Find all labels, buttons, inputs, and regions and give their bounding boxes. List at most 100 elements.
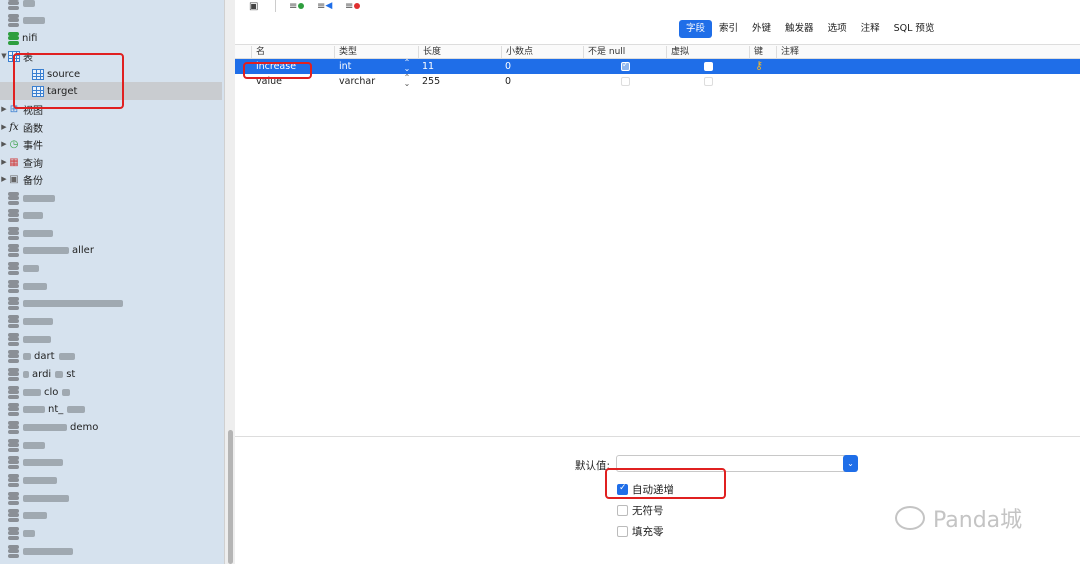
sidebar-db-item[interactable] [0, 330, 222, 348]
sidebar-db-label: aller [72, 244, 94, 256]
zerofill-label: 填充零 [632, 526, 664, 538]
col-header-length[interactable]: 长度 [418, 46, 441, 59]
virtual-checkbox[interactable] [704, 77, 713, 86]
insert-field-icon[interactable]: ≡ ◀ [317, 0, 332, 12]
sidebar-db-item[interactable] [0, 524, 222, 542]
highlight-box [605, 468, 726, 499]
col-header-comment[interactable]: 注释 [776, 46, 860, 59]
sidebar-db-nifi[interactable]: nifi [0, 29, 222, 47]
sidebar-db-item[interactable] [0, 189, 222, 207]
scrollbar-thumb[interactable] [228, 430, 233, 564]
col-header-not-null[interactable]: 不是 null [583, 46, 625, 59]
database-icon [8, 31, 19, 45]
sidebar-db-item[interactable] [0, 436, 222, 454]
highlight-box [13, 53, 124, 109]
disclosure-open-icon[interactable]: ▼ [0, 52, 8, 60]
sidebar-db-label: clo [44, 386, 59, 398]
sidebar-events-label: 事件 [23, 140, 43, 152]
designer-tabs: 字段 索引 外键 触发器 选项 注释 SQL 预览 [679, 20, 941, 38]
sidebar-db-item[interactable]: nt_ [0, 400, 222, 418]
delete-field-icon[interactable]: ≡ [345, 0, 361, 12]
sidebar-db-item[interactable] [0, 489, 222, 507]
tab-triggers[interactable]: 触发器 [778, 20, 821, 38]
sidebar-db-item[interactable]: dart [0, 347, 222, 365]
disclosure-closed-icon[interactable]: ▶ [0, 105, 8, 113]
backup-icon: ▣ [9, 173, 19, 185]
disclosure-closed-icon[interactable]: ▶ [0, 123, 8, 131]
col-header-decimals[interactable]: 小数点 [501, 46, 533, 59]
zerofill-option[interactable]: 填充零 [617, 524, 664, 539]
type-stepper-icon[interactable]: ⌃ ⌄ [403, 59, 411, 73]
sidebar-db-item[interactable]: ardi st [0, 365, 222, 383]
sidebar-backups[interactable]: ▶ ▣ 备份 [0, 170, 222, 188]
sidebar-functions-label: 函数 [23, 123, 43, 135]
primary-key-icon[interactable]: ⚷ [755, 59, 763, 72]
sidebar-db-item[interactable] [0, 453, 222, 471]
add-field-icon[interactable]: ≡ [289, 0, 305, 12]
table-row[interactable]: value varchar ⌃ ⌄ 255 0 [235, 74, 1080, 89]
highlight-box [243, 62, 312, 79]
sidebar-db-item[interactable] [0, 471, 222, 489]
sidebar-db-label: nt_ [48, 403, 64, 415]
cell-length[interactable]: 255 [418, 74, 440, 89]
disclosure-closed-icon[interactable]: ▶ [0, 158, 8, 166]
sidebar-db-item[interactable]: clo [0, 383, 222, 401]
grid-header: 名 类型 长度 小数点 不是 null 虚拟 键 注释 [235, 44, 1080, 59]
sidebar-scrollbar[interactable] [224, 0, 235, 564]
sidebar-functions[interactable]: ▶ fx 函数 [0, 118, 222, 136]
sidebar-queries[interactable]: ▶ ▦ 查询 [0, 153, 222, 171]
save-icon[interactable]: ▣ [249, 0, 258, 12]
unsigned-checkbox[interactable] [617, 505, 628, 516]
sidebar-db-label: nifi [22, 32, 38, 44]
col-header-key[interactable]: 键 [749, 46, 763, 59]
sidebar-db-item[interactable] [0, 11, 222, 29]
watermark-text: Panda城 [933, 508, 1023, 533]
sidebar-queries-label: 查询 [23, 158, 43, 170]
sidebar-db-item[interactable] [0, 312, 222, 330]
tab-sql-preview[interactable]: SQL 预览 [887, 20, 942, 38]
tab-indexes[interactable]: 索引 [712, 20, 745, 38]
col-header-type[interactable]: 类型 [334, 46, 357, 59]
not-null-checkbox[interactable] [621, 77, 630, 86]
tab-fields[interactable]: 字段 [679, 20, 713, 38]
type-stepper-icon[interactable]: ⌃ ⌄ [403, 74, 411, 88]
pane-divider[interactable] [235, 436, 1080, 437]
sidebar-db-label: dart [34, 350, 55, 362]
sidebar-db-label: ardi [32, 368, 52, 380]
tab-options[interactable]: 选项 [821, 20, 854, 38]
not-null-checkbox[interactable] [621, 60, 630, 71]
sidebar-db-item[interactable] [0, 542, 222, 560]
sidebar-db-item[interactable] [0, 277, 222, 295]
clock-icon: ◷ [9, 138, 19, 150]
sidebar-db-label: demo [70, 421, 99, 433]
toolbar-divider [275, 0, 276, 12]
sidebar-db-item[interactable] [0, 206, 222, 224]
function-icon: fx [9, 121, 19, 133]
wechat-icon [895, 506, 925, 530]
cell-type[interactable]: int [335, 59, 351, 74]
zerofill-checkbox[interactable] [617, 526, 628, 537]
tab-foreign-keys[interactable]: 外键 [745, 20, 778, 38]
sidebar-db-item[interactable]: demo [0, 418, 222, 436]
disclosure-closed-icon[interactable]: ▶ [0, 140, 8, 148]
col-header-virtual[interactable]: 虚拟 [666, 46, 689, 59]
col-header-name[interactable]: 名 [251, 46, 265, 59]
sidebar-db-item[interactable] [0, 294, 222, 312]
fields-grid: 名 类型 长度 小数点 不是 null 虚拟 键 注释 increase int… [235, 44, 1080, 89]
sidebar-db-item[interactable] [0, 259, 222, 277]
disclosure-closed-icon[interactable]: ▶ [0, 175, 8, 183]
cell-decimals[interactable]: 0 [501, 74, 511, 89]
cell-type[interactable]: varchar [335, 74, 375, 89]
tab-comments[interactable]: 注释 [854, 20, 887, 38]
sidebar-db-item[interactable] [0, 224, 222, 242]
sidebar-events[interactable]: ▶ ◷ 事件 [0, 135, 222, 153]
sidebar-db-item[interactable]: aller [0, 241, 222, 259]
unsigned-label: 无符号 [632, 505, 664, 517]
sidebar-db-item[interactable] [0, 506, 222, 524]
unsigned-option[interactable]: 无符号 [617, 503, 664, 518]
table-row[interactable]: increase int ⌃⌄ 11 0 ⚷ [235, 59, 1080, 74]
chevron-down-icon[interactable]: ⌄ [843, 455, 858, 472]
cell-length[interactable]: 11 [418, 59, 434, 74]
cell-decimals[interactable]: 0 [501, 59, 511, 74]
virtual-checkbox[interactable] [704, 62, 713, 71]
